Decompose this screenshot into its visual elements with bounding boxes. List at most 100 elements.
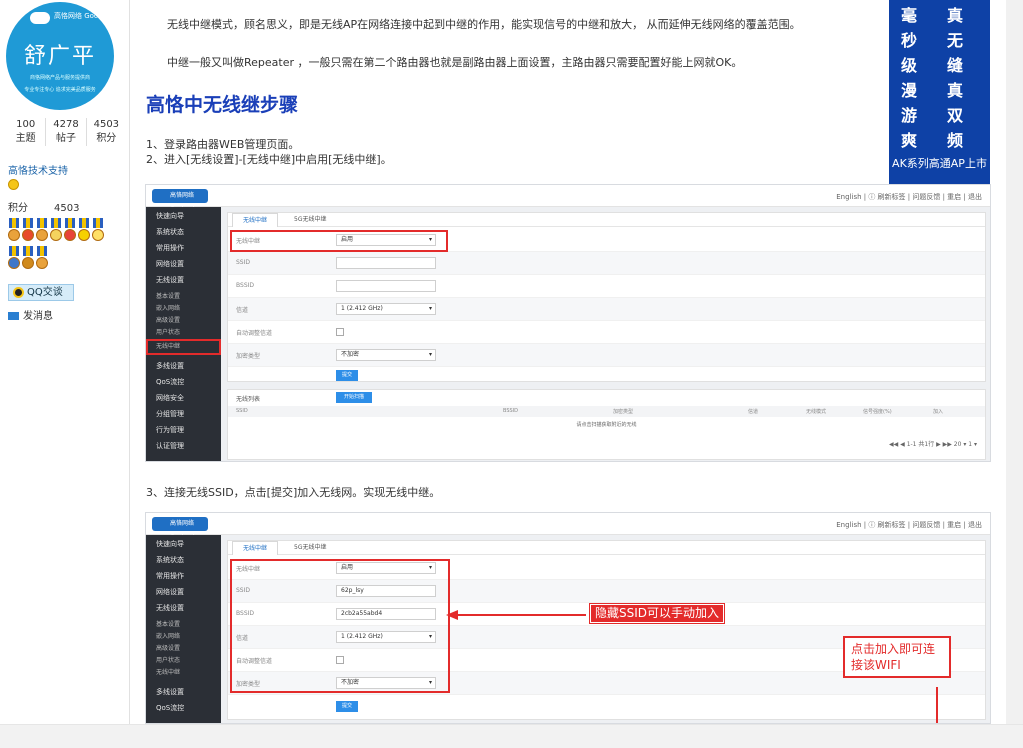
medal-icon[interactable] xyxy=(64,218,76,244)
medal-icon[interactable] xyxy=(78,218,90,244)
router-nav-item[interactable]: 无线设置 xyxy=(146,273,221,287)
pagination[interactable]: ◀◀ ◀ 1-1 共1行 ▶ ▶▶ 20 ▾ 1 ▾ xyxy=(889,439,977,448)
router-nav-item[interactable]: 系统状态 xyxy=(146,225,221,239)
author-stats: 100 主题 4278 帖子 4503 积分 xyxy=(6,118,126,146)
bottom-bar xyxy=(0,724,1023,748)
router-subnav-item[interactable]: 基本设置 xyxy=(146,619,221,631)
steps-list: 1、登录路由器WEB管理页面。 2、进入[无线设置]-[无线中继]中启用[无线中… xyxy=(146,137,392,167)
field-row: SSID xyxy=(228,252,985,275)
points-row: 积分 4503 xyxy=(8,203,80,214)
qq-chat-button[interactable]: QQ交谈 xyxy=(8,284,74,301)
router-nav-item[interactable]: 多线设置 xyxy=(146,359,221,373)
stat-topics[interactable]: 100 主题 xyxy=(6,118,47,146)
tab-5g-wireless-relay[interactable]: 5G无线中继 xyxy=(284,213,336,227)
highlight-box xyxy=(230,559,450,693)
section-heading: 高恪中无线继步骤 xyxy=(146,94,299,116)
submit-button[interactable]: 提交 xyxy=(336,370,358,381)
ad-footer: AK系列高通AP上市 xyxy=(892,157,987,170)
tab-wireless-relay[interactable]: 无线中继 xyxy=(232,541,279,555)
step-1: 1、登录路由器WEB管理页面。 xyxy=(146,138,300,151)
auto-channel-checkbox[interactable] xyxy=(336,328,344,336)
router-subnav-item[interactable]: 用户状态 xyxy=(146,655,221,667)
router-settings-panel: 无线中继 5G无线中继 无线中继 启用 ▾ SSID BSSID 信道 1 (2.41… xyxy=(227,212,986,382)
step-2: 2、进入[无线设置]-[无线中继]中启用[无线中继]。 xyxy=(146,153,392,166)
router-topbar: 高恪网络 Gocloud English | ⓘ 刷新标签 | 问题反馈 | 重… xyxy=(146,513,990,541)
chevron-down-icon: ▾ xyxy=(428,351,432,358)
scan-button[interactable]: 开始扫描 xyxy=(336,392,372,403)
avatar[interactable]: 高恪网络 Gocloud 舒广平 商恪网络产品与服务提供商 专业专注专心 追求完… xyxy=(6,2,114,110)
submit-button[interactable]: 提交 xyxy=(336,701,358,712)
stat-points[interactable]: 4503 积分 xyxy=(87,118,126,146)
router-subnav-item[interactable]: 高级设置 xyxy=(146,643,221,655)
router-subnav-item[interactable]: 嵌入网络 xyxy=(146,631,221,643)
wireless-list-title: 无线列表 xyxy=(236,396,261,403)
wireless-list-empty: 请点击扫描获取附近的无线 xyxy=(576,422,637,428)
medal-icon[interactable] xyxy=(22,246,34,272)
stat-posts[interactable]: 4278 帖子 xyxy=(46,118,87,146)
medals xyxy=(8,218,116,274)
medal-icon[interactable] xyxy=(36,218,48,244)
router-nav-item[interactable]: 无线设置 xyxy=(146,601,221,615)
router-nav-item[interactable]: 行为管理 xyxy=(146,423,221,437)
ad-banner[interactable]: 毫秒级漫游爽 真无缝真双频 AK系列高通AP上市 xyxy=(889,0,990,184)
step-3: 3、连接无线SSID，点击[提交]加入无线网。实现无线中继。 xyxy=(146,486,441,499)
medal-icon[interactable] xyxy=(50,218,62,244)
router-tabs: 无线中继 5G无线中继 xyxy=(228,541,985,555)
ad-column-right: 真无缝真双频 xyxy=(947,6,964,150)
router-nav-item[interactable]: 快速向导 xyxy=(146,537,221,551)
author-profile: 高恪网络 Gocloud 舒广平 商恪网络产品与服务提供商 专业专注专心 追求完… xyxy=(0,0,130,748)
router-nav-item[interactable]: 快速向导 xyxy=(146,209,221,223)
medal-icon[interactable] xyxy=(22,218,34,244)
router-topbar: 高恪网络 Gocloud English | ⓘ 刷新标签 | 问题反馈 | 重… xyxy=(146,185,990,213)
user-group-link[interactable]: 高恪技术支持 xyxy=(8,162,68,177)
chevron-down-icon: ▾ xyxy=(428,305,432,312)
router-logo: 高恪网络 Gocloud xyxy=(152,517,208,541)
cloud-logo-icon xyxy=(30,12,50,24)
avatar-name: 舒广平 xyxy=(23,44,96,69)
router-toplinks: English | ⓘ 刷新标签 | 问题反馈 | 重启 | 退出 xyxy=(836,193,982,201)
arrow-left-icon xyxy=(446,610,586,620)
bssid-input[interactable] xyxy=(336,280,436,292)
send-message-link[interactable]: 发消息 xyxy=(8,307,53,322)
smiley-icon xyxy=(8,179,19,190)
annotation-hidden-ssid: 隐藏SSID可以手动加入 xyxy=(588,603,726,624)
qq-icon xyxy=(13,287,24,298)
annotation-join-wifi: 点击加入即可连 接该WIFI xyxy=(843,636,951,678)
router-subnav-item[interactable]: 用户状态 xyxy=(146,327,221,339)
wireless-list-header: SSID BSSID 加密类型 信道 无线模式 信号强度(%) 加入 xyxy=(228,406,985,417)
router-settings-panel: 无线中继 5G无线中继 无线中继 启用 ▾ SSID 62p_lsy BSSID 2cb… xyxy=(227,540,986,720)
medal-icon[interactable] xyxy=(8,218,20,244)
router-subnav-item[interactable]: 基本设置 xyxy=(146,291,221,303)
router-subnav-item[interactable]: 高级设置 xyxy=(146,315,221,327)
router-subnav-item[interactable]: 无线中继 xyxy=(146,667,221,679)
post-content: 无线中继模式，顾名思义，即是无线AP在网络连接中起到中继的作用，能实现信号的中继… xyxy=(131,0,1006,748)
router-subnav-item[interactable]: 嵌入网络 xyxy=(146,303,221,315)
avatar-tagline-2: 专业专注专心 追求完美品质服务 xyxy=(24,87,96,93)
tab-5g-wireless-relay[interactable]: 5G无线中继 xyxy=(284,541,336,555)
router-subnav-wireless-relay[interactable]: 无线中继 xyxy=(146,339,221,355)
router-nav-item[interactable]: 网络安全 xyxy=(146,391,221,405)
encryption-select[interactable]: 不加密 ▾ xyxy=(336,349,436,361)
router-nav-item[interactable]: 常用操作 xyxy=(146,569,221,583)
paragraph-intro: 无线中继模式，顾名思义，即是无线AP在网络连接中起到中继的作用，能实现信号的中继… xyxy=(167,18,801,31)
router-nav-item[interactable]: QoS流控 xyxy=(146,701,221,715)
router-toplinks: English | ⓘ 刷新标签 | 问题反馈 | 重启 | 退出 xyxy=(836,521,982,529)
router-nav-item[interactable]: 分组管理 xyxy=(146,407,221,421)
medal-icon[interactable] xyxy=(36,246,48,272)
router-nav-item[interactable]: 认证管理 xyxy=(146,439,221,453)
router-sidebar: 快速向导 系统状态 常用操作 网络设置 无线设置 基本设置 嵌入网络 高级设置 … xyxy=(146,535,221,723)
medal-icon[interactable] xyxy=(8,246,20,272)
router-nav-item[interactable]: 网络设置 xyxy=(146,257,221,271)
tab-wireless-relay[interactable]: 无线中继 xyxy=(232,213,279,227)
medal-icon[interactable] xyxy=(92,218,104,244)
router-nav-item[interactable]: 常用操作 xyxy=(146,241,221,255)
channel-select[interactable]: 1 (2.412 GHz) ▾ xyxy=(336,303,436,315)
paragraph-repeater: 中继一般又叫做Repeater ，一般只需在第二个路由器也就是副路由器上面设置，… xyxy=(167,56,743,69)
router-nav-item[interactable]: 网络设置 xyxy=(146,585,221,599)
vertical-scrollbar[interactable] xyxy=(1006,0,1023,748)
router-nav-item[interactable]: 多线设置 xyxy=(146,685,221,699)
router-nav-item[interactable]: 系统状态 xyxy=(146,553,221,567)
field-row: 自动调整信道 xyxy=(228,321,985,344)
ssid-input[interactable] xyxy=(336,257,436,269)
router-nav-item[interactable]: QoS流控 xyxy=(146,375,221,389)
